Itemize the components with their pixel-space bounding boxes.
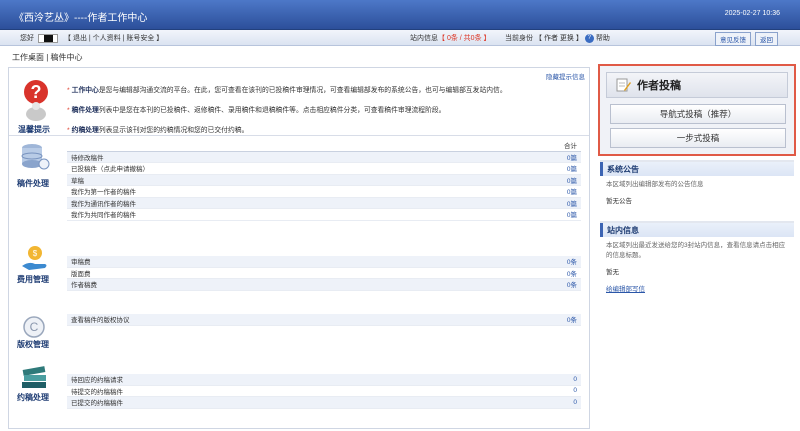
feedback-button[interactable]: 意见反馈 [715,32,751,46]
manuscript-label: 稿件处理 [17,179,49,188]
help-icon[interactable]: ? [584,33,594,43]
table-row[interactable]: 版面费 0条 [67,268,581,279]
database-icon [21,144,50,170]
role-value[interactable]: 【 作者 更换 】 [535,33,583,43]
current-role: 当前身份 【 作者 更换 】 ? 帮助 [505,33,610,43]
money-hand-icon: $ [22,246,47,270]
hint-line: * 稿件处理列表中是您在本刊的已投稿件、返修稿件、录用稿件和退稿稿件等。点击相应稿… [67,107,446,114]
announcement-desc: 本区域列出编辑部发布的公告信息 [606,181,704,188]
write-to-editor-link[interactable]: 给编辑部写信 [600,276,794,293]
table-row[interactable]: 我作为通讯作者的稿件 0篇 [67,197,581,209]
one-step-submit-button[interactable]: 一步式投稿 [610,128,786,148]
copyright-section: C 版权管理 查看稿件的版权协议 0条 [9,312,589,352]
hint-lines: * 工作中心是您与编辑部沟通交流的平台。在此，您可查看在该刊的已投稿件审理情况，可… [67,84,577,144]
question-person-icon: ? [24,80,48,121]
main-panel: 隐藏提示信息 ? 温馨提示 * 工作中心是您与编辑部沟通交流的平台。在此，您可查看… [8,67,590,429]
top-actions: 意见反馈 返回 [715,32,778,46]
pen-paper-icon [616,78,631,92]
table-row[interactable]: 草稿 0篇 [67,174,581,186]
site-msg-counts[interactable]: 【 0条 / 共0条 】 [438,33,491,43]
svg-text:$: $ [33,249,38,258]
copyright-table: 查看稿件的版权协议 0条 [67,314,581,326]
submit-box: 作者投稿 导航式投稿（推荐） 一步式投稿 [598,64,796,156]
greeting: 您好 [20,35,34,42]
status-bar: 您好 【 退出 | 个人资料 | 账号安全 】 站内信息 【 0条 / 共0条 … [0,30,800,46]
breadcrumb: 工作桌面 | 稿件中心 [12,53,83,62]
table-row[interactable]: 已提交的约稿稿件 0 [67,397,581,409]
solicit-table: 待回应的约稿请求 0 待提交的约稿稿件 0 已提交的约稿稿件 0 [67,374,581,409]
table-row[interactable]: 查看稿件的版权协议 0条 [67,314,581,326]
svg-text:C: C [30,320,39,334]
return-button[interactable]: 返回 [755,32,778,46]
table-row[interactable]: 已投稿件（点此申请撤稿） 0篇 [67,163,581,175]
submit-header: 作者投稿 [606,72,788,98]
site-message-desc: 本区域列出最近发送给您的3封站内信息，查看信息请点击相应的信息标题。 [606,242,786,259]
copyright-label: 版权管理 [17,340,49,349]
user-area: 您好 【 退出 | 个人资料 | 账号安全 】 [20,33,163,43]
manuscript-section: 稿件处理 合计 待修改稿件 0篇 已投稿件（点此申请撤稿） 0篇 草稿 0篇 我作为第… [9,140,589,240]
table-row[interactable]: 审稿费 0条 [67,256,581,268]
manuscript-table: 合计 待修改稿件 0篇 已投稿件（点此申请撤稿） 0篇 草稿 0篇 我作为第一作者的稿… [67,140,581,221]
role-label: 当前身份 [505,35,533,42]
table-row[interactable]: 我作为共同作者的稿件 0篇 [67,209,581,221]
submit-title: 作者投稿 [637,80,681,92]
fee-table: 审稿费 0条 版面费 0条 作者稿费 0条 [67,256,581,291]
site-message-status[interactable]: 站内信息 【 0条 / 共0条 】 [410,33,491,43]
fee-label: 费用管理 [17,275,49,284]
announcement-title: 系统公告 [600,162,794,176]
account-links[interactable]: 【 退出 | 个人资料 | 账号安全 】 [64,33,163,43]
site-message-empty: 暂无 [606,269,619,276]
solicit-label: 约稿处理 [17,393,49,402]
site-message-title: 站内信息 [600,223,794,237]
table-row[interactable]: 待回应的约稿请求 0 [67,374,581,386]
announcement-empty: 暂无公告 [606,198,632,205]
title-bar: 《西泠艺丛》----作者工作中心 2025-02-27 10:36 [0,0,800,30]
table-row[interactable]: 作者稿费 0条 [67,279,581,291]
help-link[interactable]: 帮助 [596,33,610,43]
solicit-section: 约稿处理 待回应的约稿请求 0 待提交的约稿稿件 0 已提交的约稿稿件 0 [9,362,589,422]
app-title: 《西泠艺丛》----作者工作中心 [14,13,148,24]
hint-line: * 工作中心是您与编辑部沟通交流的平台。在此，您可查看在该刊的已投稿件审理情况，可… [67,87,507,94]
table-header: 合计 [67,140,581,152]
site-message-panel: 站内信息 本区域列出最近发送给您的3封站内信息，查看信息请点击相应的信息标题。 … [600,221,794,301]
svg-text:?: ? [31,82,42,102]
username-redacted [38,33,58,43]
guided-submit-button[interactable]: 导航式投稿（推荐） [610,104,786,124]
hint-section: ? 温馨提示 * 工作中心是您与编辑部沟通交流的平台。在此，您可查看在该刊的已投稿… [9,68,589,136]
site-msg-label: 站内信息 [410,35,438,42]
book-stack-icon [22,366,46,388]
fee-section: $ 费用管理 审稿费 0条 版面费 0条 作者稿费 0条 [9,244,589,304]
datetime: 2025-02-27 10:36 [724,10,780,17]
table-row[interactable]: 待提交的约稿稿件 0 [67,386,581,397]
hint-label: 温馨提示 [18,125,50,134]
announcement-panel: 系统公告 本区域列出编辑部发布的公告信息 暂无公告 [600,160,794,212]
table-row[interactable]: 待修改稿件 0篇 [67,151,581,163]
table-row[interactable]: 我作为第一作者的稿件 0篇 [67,186,581,198]
